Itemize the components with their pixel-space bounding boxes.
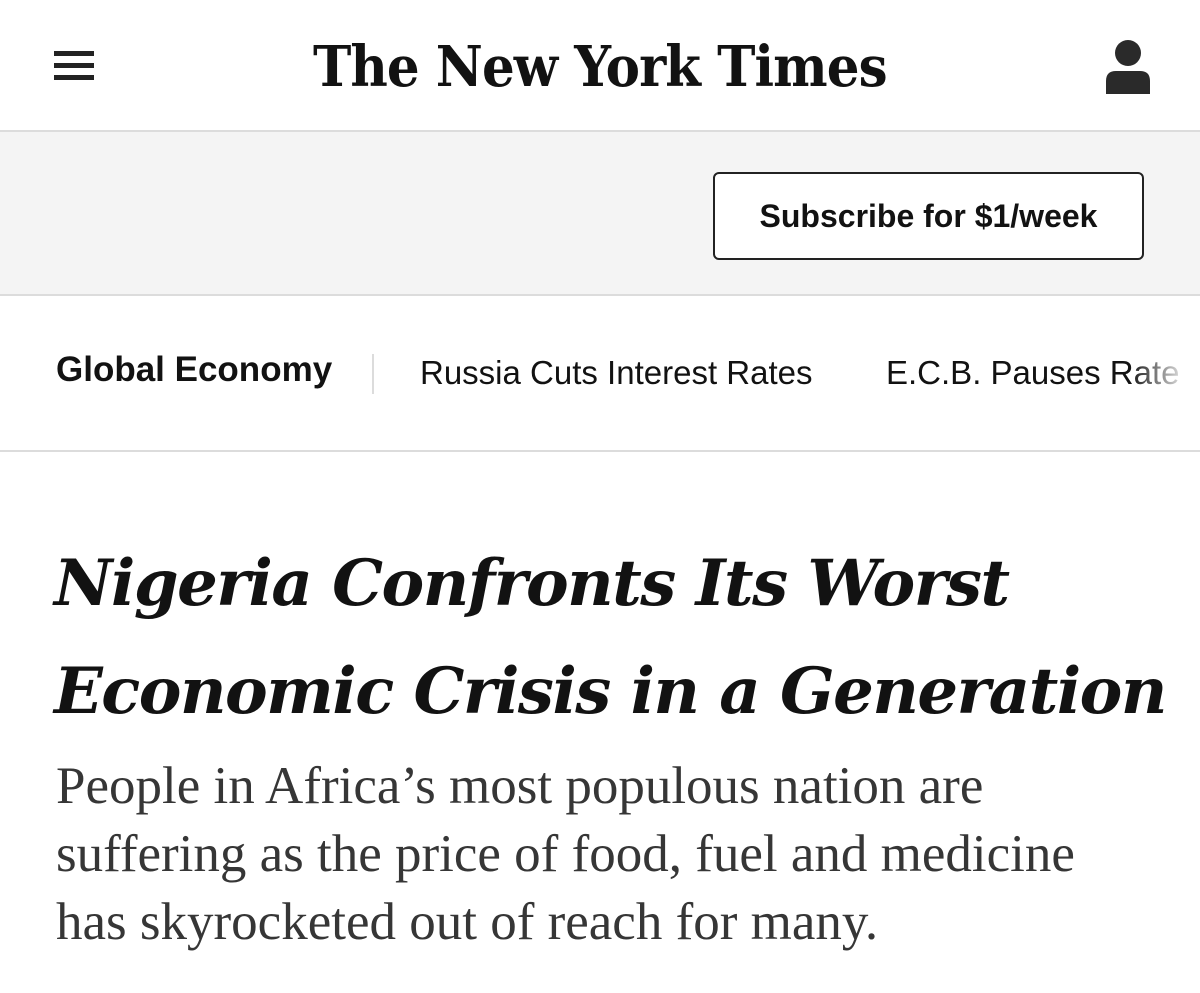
page: The New York Times Subscribe for $1/week… — [0, 0, 1200, 993]
subscribe-bar: Subscribe for $1/week — [0, 132, 1200, 296]
summary-line: suffering as the price of food, fuel and… — [56, 825, 1075, 883]
nav-link-russia-interest-rates[interactable]: Russia Cuts Interest Rates — [420, 354, 813, 392]
hamburger-menu-icon[interactable] — [52, 48, 96, 84]
person-icon[interactable] — [1100, 38, 1156, 98]
nav-fade-overlay — [1130, 296, 1200, 450]
person-icon-svg — [1106, 40, 1150, 94]
article-summary: People in Africa’s most populous nation … — [56, 752, 1176, 956]
masthead: The New York Times — [0, 0, 1200, 132]
article-headline: Nigeria Confronts Its Worst Economic Cri… — [54, 530, 1174, 746]
section-nav: Global Economy Russia Cuts Interest Rate… — [0, 296, 1200, 452]
nyt-logo[interactable]: The New York Times — [300, 22, 900, 112]
menu-bar — [54, 63, 94, 68]
logo-text: The New York Times — [313, 34, 888, 100]
menu-bar — [54, 75, 94, 80]
section-title-global-economy[interactable]: Global Economy — [56, 350, 332, 390]
headline-line: Nigeria Confronts Its Worst — [54, 546, 1010, 621]
headline-line: Economic Crisis in a Generation — [54, 654, 1167, 729]
summary-line: People in Africa’s most populous nation … — [56, 757, 984, 815]
subscribe-button[interactable]: Subscribe for $1/week — [713, 172, 1144, 260]
menu-bar — [54, 51, 94, 56]
section-divider — [372, 354, 374, 394]
summary-line: has skyrocketed out of reach for many. — [56, 893, 879, 951]
